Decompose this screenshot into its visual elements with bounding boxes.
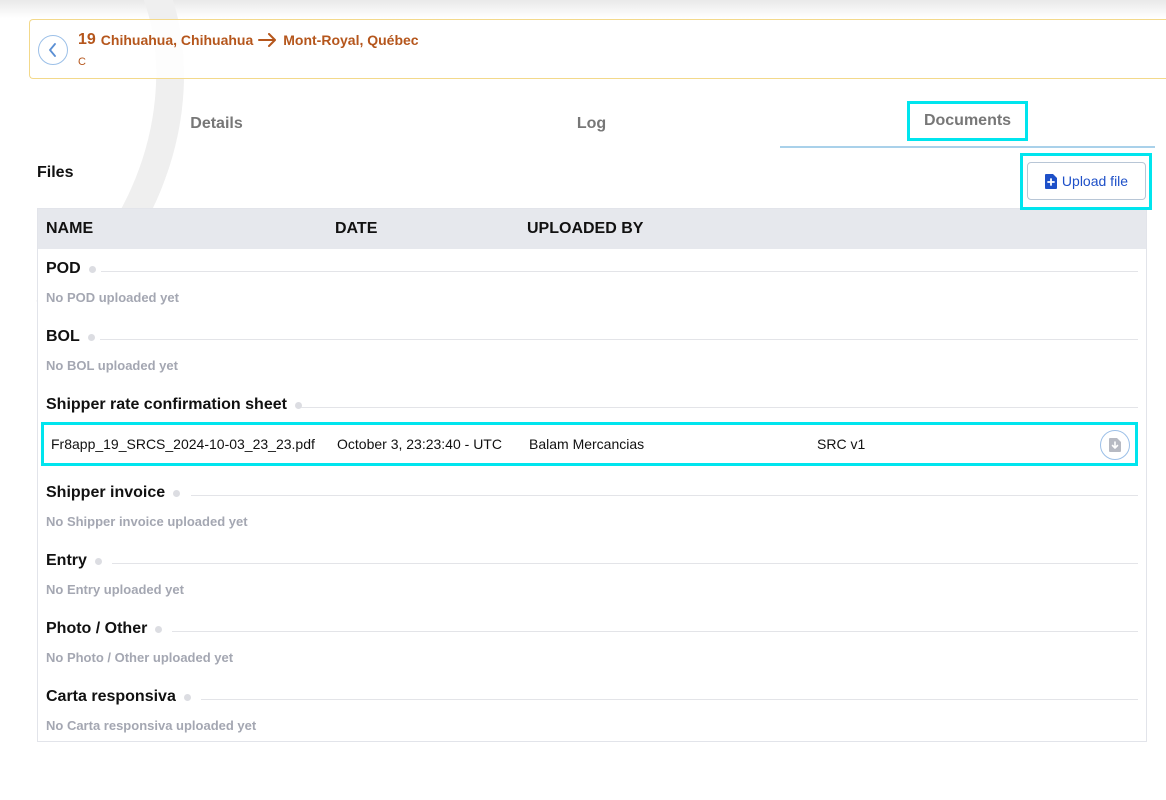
file-version: SRC v1 [817, 436, 866, 452]
tab-details[interactable]: Details [30, 100, 403, 148]
table-header: NAME DATE UPLOADED BY [38, 209, 1146, 249]
route: 19 Chihuahua, Chihuahua Mont-Royal, Québ… [78, 31, 419, 49]
column-date: DATE [335, 220, 378, 237]
empty-note: No Photo / Other uploaded yet [46, 650, 234, 665]
divider [100, 339, 1138, 340]
download-button[interactable] [1100, 430, 1130, 460]
tab-label: Documents [906, 101, 1029, 141]
upload-file-label: Upload file [1061, 173, 1129, 189]
tab-bar: Details Log Documents [30, 100, 1160, 148]
arrow-right-icon [258, 33, 277, 47]
divider [112, 563, 1138, 564]
empty-note: No BOL uploaded yet [46, 358, 178, 373]
group-title: Photo / Other [46, 620, 163, 638]
tab-label: Log [576, 115, 607, 132]
group-title: Entry [46, 552, 102, 570]
file-plus-icon [1044, 173, 1057, 189]
column-name: NAME [46, 220, 94, 237]
upload-highlight: Upload file [1020, 153, 1152, 210]
column-uploaded-by: UPLOADED BY [527, 220, 644, 237]
tab-label: Details [190, 115, 243, 132]
group-title: BOL [46, 328, 95, 346]
file-name[interactable]: Fr8app_19_SRCS_2024-10-03_23_23.pdf [51, 436, 315, 452]
divider [101, 271, 1138, 272]
group-title: Shipper invoice [46, 484, 181, 502]
divider [201, 699, 1138, 700]
divider [301, 407, 1138, 408]
download-icon [1109, 438, 1121, 452]
route-destination: Mont-Royal, Québec [283, 32, 419, 48]
group-title: Carta responsiva [46, 688, 191, 706]
chevron-left-icon [49, 43, 56, 57]
tab-documents[interactable]: Documents [780, 100, 1155, 148]
empty-note: No Carta responsiva uploaded yet [46, 718, 257, 733]
back-button[interactable] [38, 35, 68, 65]
route-sub-label: C [78, 56, 86, 68]
upload-file-button[interactable]: Upload file [1027, 162, 1146, 200]
tab-log[interactable]: Log [403, 100, 780, 148]
files-table: NAME DATE UPLOADED BY POD No POD uploade… [37, 208, 1147, 742]
group-title: Shipper rate confirmation sheet [46, 396, 302, 414]
file-row[interactable]: Fr8app_19_SRCS_2024-10-03_23_23.pdf Octo… [41, 422, 1138, 466]
empty-note: No Shipper invoice uploaded yet [46, 514, 248, 529]
empty-note: No POD uploaded yet [46, 290, 179, 305]
empty-note: No Entry uploaded yet [46, 582, 184, 597]
divider [172, 631, 1138, 632]
divider [191, 495, 1138, 496]
route-origin: Chihuahua, Chihuahua [100, 32, 254, 48]
group-title: POD [46, 260, 96, 278]
file-date: October 3, 23:23:40 - UTC [337, 436, 502, 452]
file-uploaded-by: Balam Mercancias [529, 436, 645, 452]
files-title: Files [37, 164, 74, 181]
load-number: 19 [78, 31, 96, 48]
shipment-header: 19 Chihuahua, Chihuahua Mont-Royal, Québ… [29, 19, 1166, 79]
